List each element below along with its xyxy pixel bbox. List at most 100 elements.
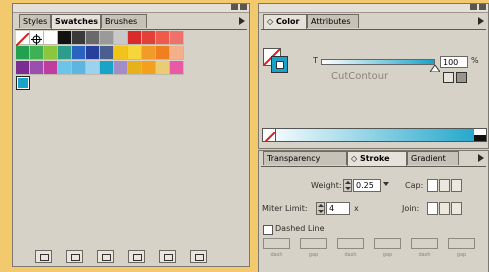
gap-2-label: gap [382, 252, 393, 258]
tint-slider[interactable] [321, 59, 435, 65]
swatch-selected-cyan[interactable] [16, 76, 30, 90]
stroke-panel-tabs: Transparency ◇ Stroke Gradient [261, 151, 486, 167]
dash-3-label: dash [418, 252, 431, 258]
fill-stroke-proxy [263, 48, 291, 76]
swatch-yellow-2[interactable] [128, 46, 142, 60]
cap-label: Cap: [405, 181, 424, 190]
swatch-salmon[interactable] [156, 31, 170, 45]
miter-limit-label: Miter Limit: [262, 204, 308, 213]
gap-3-label: gap [456, 252, 467, 258]
show-kinds-button[interactable] [35, 250, 52, 263]
tab-stroke[interactable]: ◇ Stroke [347, 151, 407, 166]
delete-swatch-button[interactable] [190, 250, 207, 263]
butt-cap-button[interactable] [427, 179, 438, 192]
panel-menu-arrow-icon[interactable] [478, 17, 484, 25]
swatches-panel-titlebar[interactable] [13, 4, 249, 13]
swatches-bottom-toolbar [35, 250, 245, 263]
color-panel: ◇ Color Attributes T 100 % CutContour [258, 3, 489, 149]
swatch-violet[interactable] [30, 61, 44, 75]
show-pattern-swatches-button[interactable] [128, 250, 145, 263]
stroke-swatch-icon[interactable] [271, 56, 288, 73]
swatch-light-blue[interactable] [58, 61, 72, 75]
gap-1-field[interactable] [300, 238, 327, 249]
swatch-gold[interactable] [128, 61, 142, 75]
panel-menu-arrow-icon[interactable] [239, 17, 245, 25]
round-join-button[interactable] [439, 202, 450, 215]
color-panel-titlebar[interactable] [259, 4, 488, 13]
swatch-lavender[interactable] [114, 61, 128, 75]
swatch-none[interactable] [15, 31, 30, 47]
black-color-icon[interactable] [474, 135, 486, 141]
show-gradient-swatches-button[interactable] [97, 250, 114, 263]
join-buttons [427, 202, 463, 215]
swatch-orange-2[interactable] [156, 46, 170, 60]
dash-2-field[interactable] [337, 238, 364, 249]
swatch-registration[interactable] [30, 31, 44, 45]
swatch-black[interactable] [58, 31, 72, 45]
weight-dropdown-icon[interactable] [383, 182, 389, 186]
miter-join-button[interactable] [427, 202, 438, 215]
swatch-gray-3[interactable] [100, 31, 114, 45]
weight-stepper[interactable] [343, 179, 352, 192]
show-color-swatches-button[interactable] [66, 250, 83, 263]
dash-3-field[interactable] [411, 238, 438, 249]
swatch-cyan[interactable] [100, 61, 114, 75]
swatch-gray-1[interactable] [72, 31, 86, 45]
minimize-icon[interactable] [470, 4, 477, 10]
round-cap-button[interactable] [439, 179, 450, 192]
new-swatch-button[interactable] [159, 250, 176, 263]
close-icon[interactable] [240, 4, 247, 10]
swatch-red-2[interactable] [142, 31, 156, 45]
spot-color-icon[interactable] [443, 72, 454, 83]
minimize-icon[interactable] [231, 4, 238, 10]
swatch-blue[interactable] [72, 46, 86, 60]
swatch-orange[interactable] [142, 46, 156, 60]
swatch-magenta[interactable] [44, 61, 58, 75]
swatch-sand[interactable] [156, 61, 170, 75]
swatch-navy[interactable] [86, 46, 100, 60]
tab-gradient[interactable]: Gradient [407, 151, 459, 165]
dash-1-label: dash [270, 252, 283, 258]
swatch-gray-2[interactable] [86, 31, 100, 45]
swatch-sky[interactable] [72, 61, 86, 75]
tab-transparency[interactable]: Transparency [263, 151, 347, 165]
miter-limit-stepper[interactable] [316, 202, 325, 215]
close-icon[interactable] [479, 4, 486, 10]
swatch-pink-red[interactable] [170, 31, 184, 45]
projecting-cap-button[interactable] [451, 179, 462, 192]
swatch-purple[interactable] [16, 61, 30, 75]
dashed-line-checkbox[interactable] [263, 225, 273, 235]
swatch-red[interactable] [128, 31, 142, 45]
tint-label: T [313, 56, 318, 65]
swatch-teal[interactable] [58, 46, 72, 60]
color-ramp[interactable] [262, 128, 487, 142]
process-color-icon[interactable] [456, 72, 467, 83]
swatch-peach[interactable] [170, 46, 184, 60]
swatch-pale-blue[interactable] [86, 61, 100, 75]
gap-3-field[interactable] [448, 238, 475, 249]
panel-menu-arrow-icon[interactable] [478, 154, 484, 162]
swatch-grid [15, 31, 248, 121]
tab-styles[interactable]: Styles [19, 14, 51, 28]
swatch-green-2[interactable] [30, 46, 44, 60]
swatch-amber[interactable] [142, 61, 156, 75]
tab-brushes[interactable]: Brushes [101, 14, 147, 28]
none-color-icon[interactable] [263, 129, 276, 141]
bevel-join-button[interactable] [451, 202, 462, 215]
swatch-green[interactable] [16, 46, 30, 60]
tint-value-field[interactable]: 100 [440, 56, 468, 68]
weight-field[interactable]: 0.25 p [353, 179, 381, 192]
swatch-white[interactable] [44, 31, 58, 45]
swatch-slate[interactable] [100, 46, 114, 60]
tab-swatches[interactable]: Swatches [51, 14, 101, 29]
swatch-lime[interactable] [44, 46, 58, 60]
gap-2-field[interactable] [374, 238, 401, 249]
swatch-gray-4[interactable] [114, 31, 128, 45]
tint-slider-handle-icon[interactable] [430, 65, 440, 72]
tab-attributes[interactable]: Attributes [307, 14, 359, 28]
tab-color[interactable]: ◇ Color [263, 14, 307, 29]
miter-limit-field[interactable]: 4 [326, 202, 350, 215]
swatch-yellow[interactable] [114, 46, 128, 60]
swatch-pink[interactable] [170, 61, 184, 75]
dash-1-field[interactable] [263, 238, 290, 249]
